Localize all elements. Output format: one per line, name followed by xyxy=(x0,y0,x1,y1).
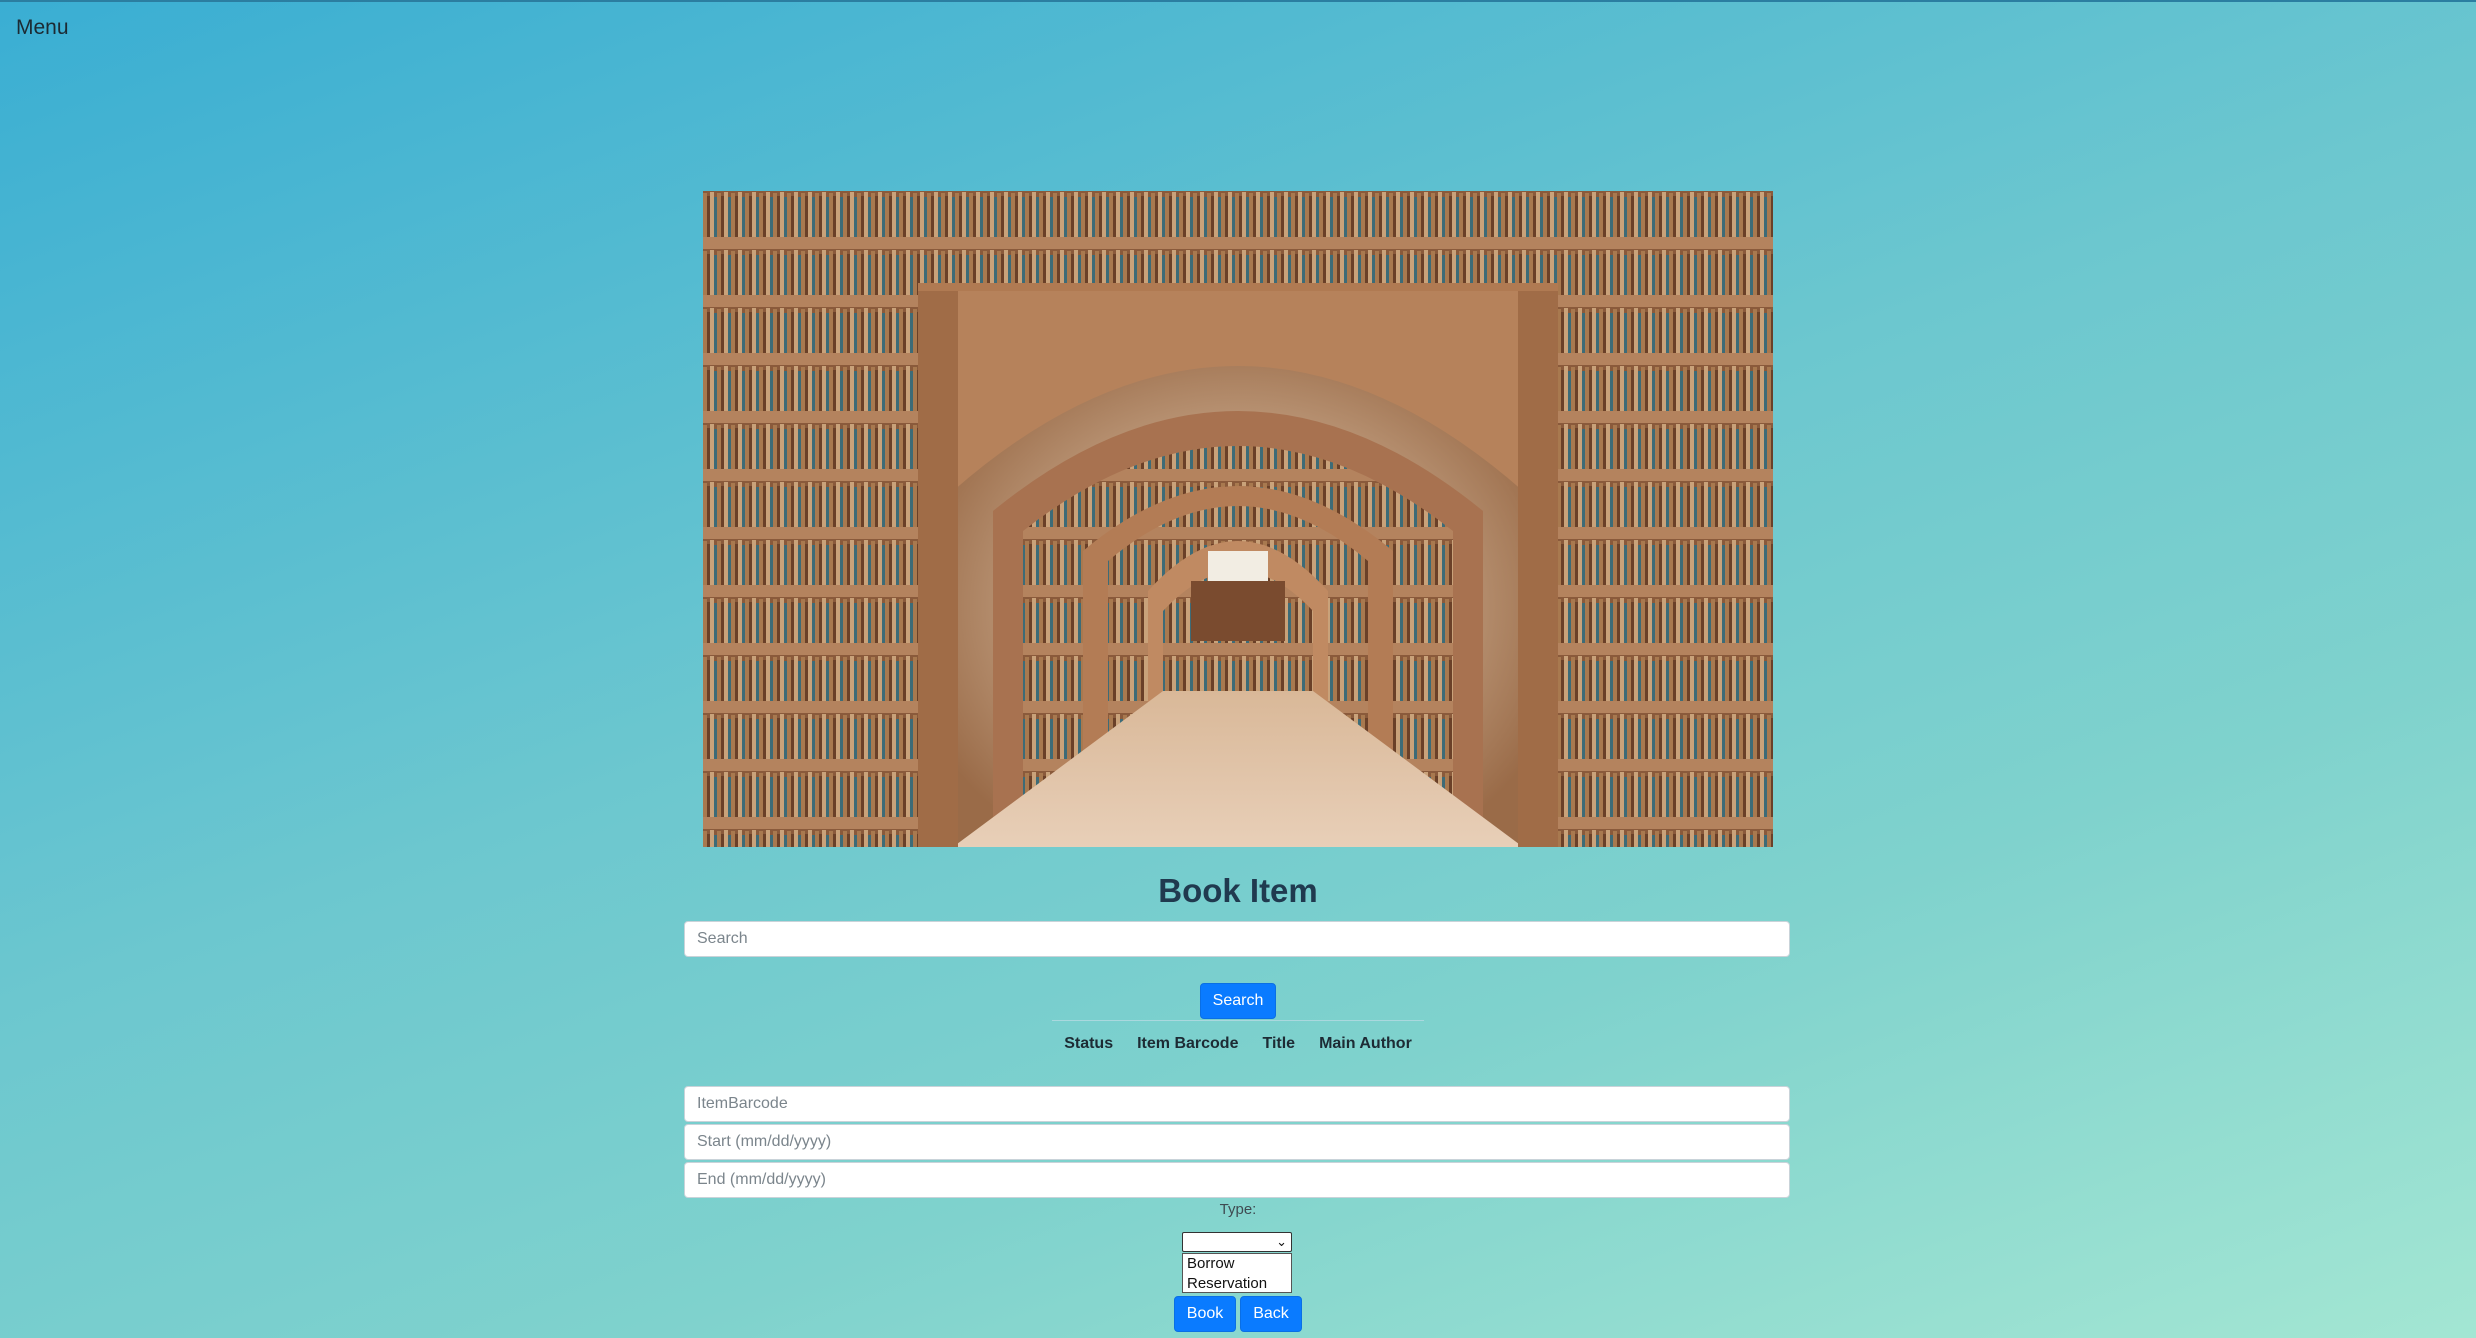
type-option-borrow[interactable]: Borrow xyxy=(1183,1254,1291,1274)
results-table-header: Status Item Barcode Title Main Author xyxy=(1052,1021,1424,1053)
column-header-item-barcode[interactable]: Item Barcode xyxy=(1137,1035,1238,1053)
back-button[interactable]: Back xyxy=(1240,1296,1302,1332)
end-date-input[interactable] xyxy=(684,1162,1790,1198)
menu-button[interactable]: Menu xyxy=(16,16,69,40)
type-dropdown-list: Borrow Reservation xyxy=(1182,1253,1292,1293)
top-border xyxy=(0,0,2476,2)
column-header-status[interactable]: Status xyxy=(1064,1035,1113,1053)
type-label: Type: xyxy=(1219,1201,1257,1218)
search-input[interactable] xyxy=(684,921,1790,957)
type-option-reservation[interactable]: Reservation xyxy=(1183,1274,1291,1294)
column-header-main-author[interactable]: Main Author xyxy=(1319,1035,1412,1053)
chevron-down-icon: ⌄ xyxy=(1276,1234,1287,1249)
results-table: Status Item Barcode Title Main Author xyxy=(1052,1020,1424,1053)
item-barcode-input[interactable] xyxy=(684,1086,1790,1122)
column-header-title[interactable]: Title xyxy=(1262,1035,1295,1053)
library-hero-image xyxy=(703,191,1773,847)
type-select[interactable]: ⌄ xyxy=(1182,1232,1292,1252)
book-button[interactable]: Book xyxy=(1174,1296,1236,1332)
start-date-input[interactable] xyxy=(684,1124,1790,1160)
search-button[interactable]: Search xyxy=(1200,983,1276,1019)
page-title: Book Item xyxy=(1158,872,1318,909)
